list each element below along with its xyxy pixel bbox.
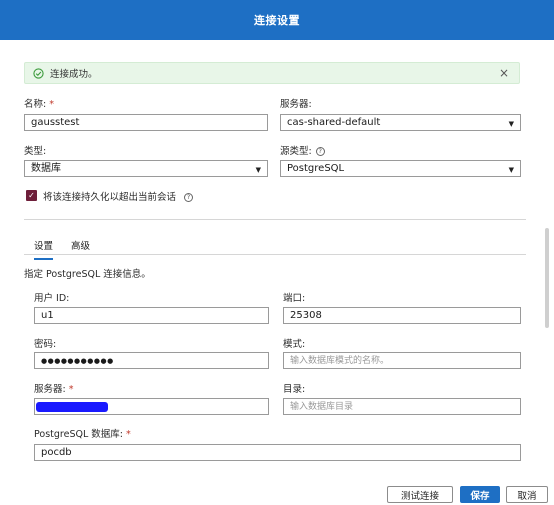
- type-select[interactable]: 数据库 ▼: [24, 160, 268, 177]
- required-marker: *: [126, 429, 131, 440]
- server-select-value: cas-shared-default: [287, 117, 381, 128]
- chevron-down-icon: ▼: [255, 166, 261, 174]
- server-label-text: 服务器:: [34, 384, 66, 395]
- source-type-select[interactable]: PostgreSQL ▼: [280, 160, 521, 177]
- catalog-input[interactable]: 输入数据库目录: [283, 398, 521, 415]
- schema-label: 模式:: [283, 339, 306, 350]
- scrollbar[interactable]: [545, 228, 549, 328]
- database-label: PostgreSQL 数据库: *: [34, 426, 131, 440]
- test-connection-button[interactable]: 测试连接: [387, 486, 453, 503]
- section-divider: [24, 219, 526, 220]
- name-input[interactable]: gausstest: [24, 114, 268, 131]
- password-input[interactable]: ●●●●●●●●●●●: [34, 352, 269, 369]
- success-alert: 连接成功。 ×: [24, 62, 520, 84]
- required-marker: *: [68, 384, 74, 395]
- dialog-title: 连接设置: [254, 14, 300, 27]
- name-label: 名称: *: [24, 96, 54, 110]
- required-marker: *: [49, 99, 54, 110]
- catalog-label: 目录:: [283, 384, 306, 395]
- source-type-select-value: PostgreSQL: [287, 163, 345, 174]
- check-circle-icon: [33, 67, 44, 79]
- source-type-label-text: 源类型:: [280, 146, 312, 157]
- user-id-label: 用户 ID:: [34, 293, 70, 304]
- database-input[interactable]: pocdb: [34, 444, 521, 461]
- chevron-down-icon: ▼: [508, 120, 514, 128]
- cancel-button[interactable]: 取消: [506, 486, 548, 503]
- password-label: 密码:: [34, 339, 57, 350]
- persist-label-text: 将该连接持久化以超出当前会话: [43, 192, 177, 203]
- server-select-label: 服务器:: [280, 99, 312, 110]
- port-label: 端口:: [283, 293, 306, 304]
- type-select-value: 数据库: [31, 163, 61, 174]
- redaction-mark: [36, 402, 108, 412]
- save-button[interactable]: 保存: [460, 486, 500, 503]
- type-label: 类型:: [24, 146, 47, 157]
- persist-checkbox[interactable]: ✓: [26, 190, 37, 201]
- persist-label: 将该连接持久化以超出当前会话?: [43, 189, 194, 203]
- server-select[interactable]: cas-shared-default ▼: [280, 114, 521, 131]
- dialog-header: 连接设置: [0, 0, 554, 40]
- schema-input[interactable]: 输入数据库模式的名称。: [283, 352, 521, 369]
- source-type-label: 源类型:?: [280, 143, 325, 157]
- server-label: 服务器: *: [34, 381, 73, 395]
- port-input[interactable]: 25308: [283, 307, 521, 324]
- database-label-text: PostgreSQL 数据库:: [34, 429, 123, 440]
- close-icon[interactable]: ×: [499, 66, 509, 80]
- tab-settings[interactable]: 设置: [34, 238, 54, 260]
- help-icon[interactable]: ?: [184, 193, 194, 202]
- chevron-down-icon: ▼: [508, 166, 514, 174]
- tab-advanced[interactable]: 高级: [71, 238, 90, 252]
- section-description: 指定 PostgreSQL 连接信息。: [24, 269, 151, 280]
- help-icon[interactable]: ?: [315, 147, 325, 156]
- alert-message: 连接成功。: [50, 69, 98, 80]
- user-id-input[interactable]: u1: [34, 307, 269, 324]
- tabs-divider: [24, 254, 526, 255]
- name-label-text: 名称:: [24, 99, 47, 110]
